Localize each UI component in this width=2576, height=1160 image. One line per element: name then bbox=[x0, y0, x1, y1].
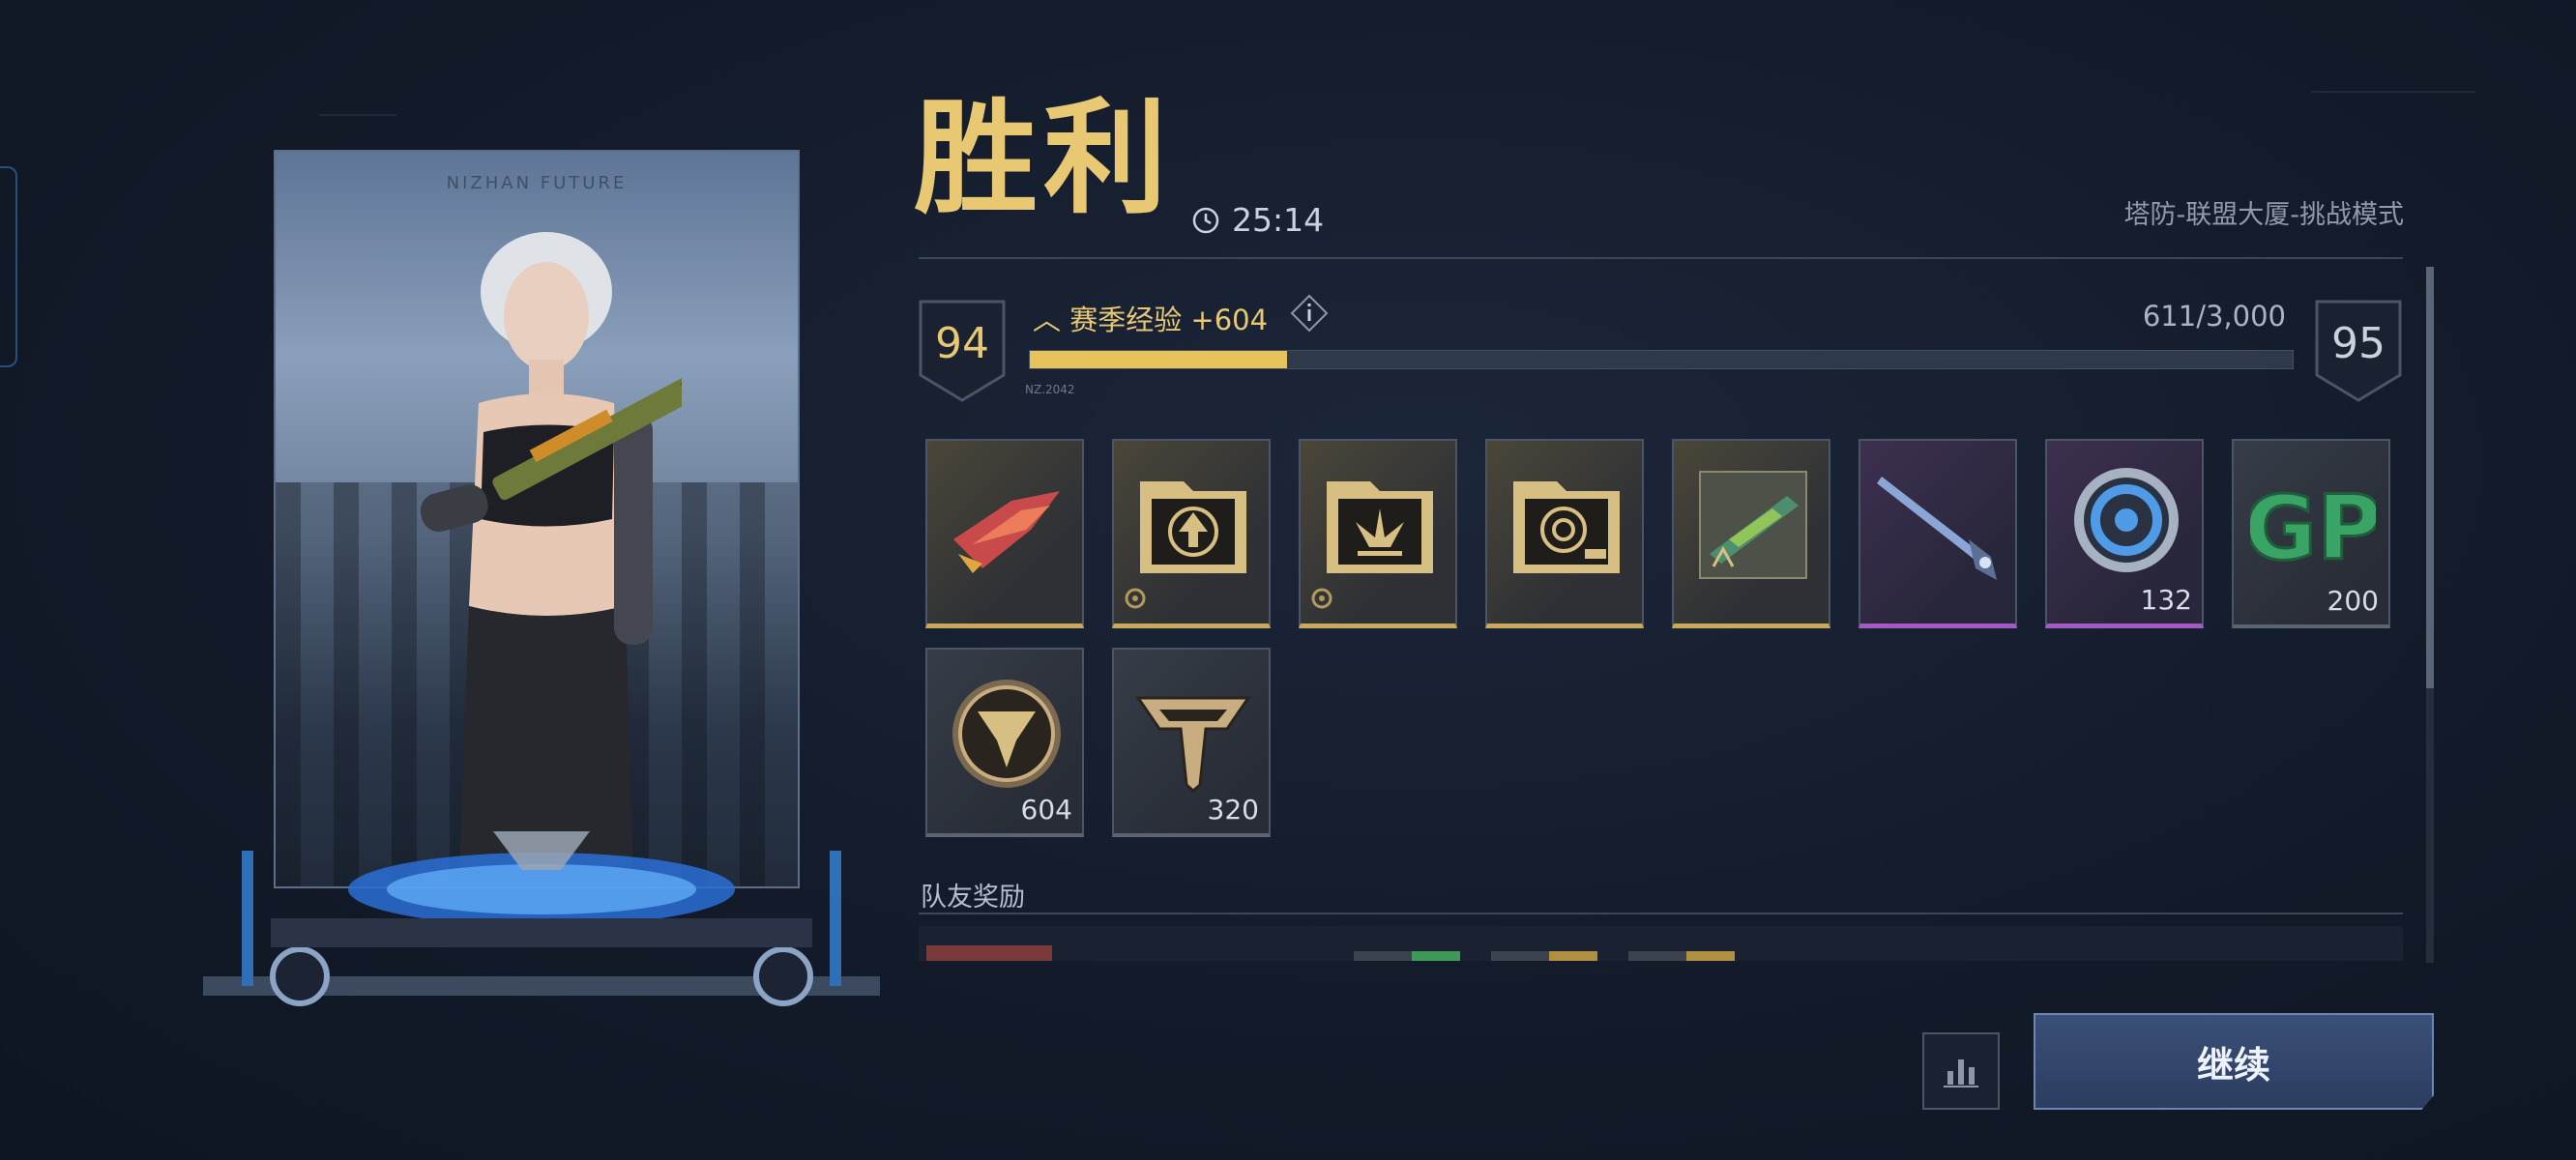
info-icon[interactable] bbox=[1290, 294, 1329, 333]
rewards-scroll-thumb[interactable] bbox=[2426, 267, 2434, 688]
rank-emblem-icon bbox=[1135, 696, 1251, 793]
reward-item[interactable] bbox=[925, 439, 1084, 628]
reward-item[interactable] bbox=[1299, 439, 1457, 628]
season-exp-progress: 611/3,000 bbox=[2142, 300, 2286, 333]
header-divider bbox=[919, 257, 2403, 259]
reward-item[interactable] bbox=[1859, 439, 2017, 628]
card-brand: NIZHAN FUTURE bbox=[446, 173, 628, 193]
reward-quantity: 132 bbox=[2140, 584, 2192, 616]
reward-item[interactable]: 604 bbox=[925, 648, 1084, 837]
side-drawer-tab[interactable] bbox=[0, 166, 17, 367]
bar-chart-icon bbox=[1944, 1059, 1978, 1088]
match-result-title: 胜利 bbox=[914, 86, 1174, 231]
next-level: 95 bbox=[2331, 319, 2386, 368]
target-max-card-icon bbox=[1513, 481, 1620, 573]
match-duration: 25:14 bbox=[1191, 201, 1324, 239]
continue-button[interactable]: 继续 bbox=[2034, 1013, 2434, 1110]
season-exp-text: 赛季经验 +604 bbox=[1069, 304, 1269, 336]
season-exp-bar bbox=[1029, 350, 2294, 369]
weapon-blueprint-icon bbox=[1699, 471, 1807, 579]
hud-line bbox=[319, 114, 396, 116]
reward-item[interactable] bbox=[1112, 439, 1271, 628]
gear-icon bbox=[1311, 588, 1332, 609]
game-mode-label: 塔防-联盟大厦-挑战模式 bbox=[2123, 200, 2405, 230]
reward-quantity: 320 bbox=[1207, 794, 1259, 826]
gear-icon bbox=[1125, 588, 1146, 609]
gold-medal-token-icon bbox=[952, 680, 1061, 788]
current-level-wrap: 94 bbox=[919, 300, 1006, 402]
reward-item[interactable] bbox=[1485, 439, 1644, 628]
next-level-wrap: 95 bbox=[2315, 300, 2402, 402]
teammate-rewards-list[interactable] bbox=[919, 926, 2403, 961]
reward-item[interactable]: GP 200 bbox=[2232, 439, 2390, 628]
teammate-rewards-label: 队友奖励 bbox=[921, 883, 1025, 913]
reward-item[interactable]: 320 bbox=[1112, 648, 1271, 837]
blue-sword-icon bbox=[1877, 477, 1997, 580]
teammate-reward-badge bbox=[1549, 951, 1597, 961]
teammate-reward-badge bbox=[1686, 951, 1735, 961]
character-card: NIZHAN FUTURE bbox=[274, 150, 800, 888]
season-exp-fill bbox=[1030, 351, 1288, 368]
chevron-up-icon: ︿ bbox=[1033, 304, 1070, 336]
clock-icon bbox=[1192, 207, 1219, 233]
teammate-divider bbox=[919, 913, 2403, 914]
hologram-platform bbox=[203, 831, 880, 1006]
stats-button[interactable] bbox=[1922, 1032, 2000, 1110]
burst-skill-card-icon bbox=[1327, 481, 1433, 573]
hud-line bbox=[2311, 91, 2475, 93]
red-fighter-weapon-icon bbox=[953, 491, 1060, 573]
reward-quantity: 200 bbox=[2327, 585, 2379, 617]
season-exp-label: ︿ 赛季经验 +604 bbox=[1033, 298, 1268, 338]
exp-tag: NZ.2042 bbox=[1025, 383, 1075, 396]
current-level: 94 bbox=[935, 319, 989, 368]
duration-text: 25:14 bbox=[1232, 201, 1325, 239]
teammate-reward-item[interactable] bbox=[926, 945, 1052, 961]
character-portrait bbox=[420, 232, 682, 877]
reward-item[interactable] bbox=[1672, 439, 1830, 628]
reward-item[interactable]: 132 bbox=[2045, 439, 2204, 628]
gp-currency-icon: GP bbox=[2250, 476, 2376, 582]
gold-upgrade-folder-icon bbox=[1140, 481, 1246, 573]
teammate-reward-badge bbox=[1412, 951, 1460, 961]
reward-quantity: 604 bbox=[1020, 794, 1072, 826]
svg-text:GP: GP bbox=[2250, 477, 2376, 580]
blue-ring-token-icon bbox=[2074, 468, 2179, 572]
